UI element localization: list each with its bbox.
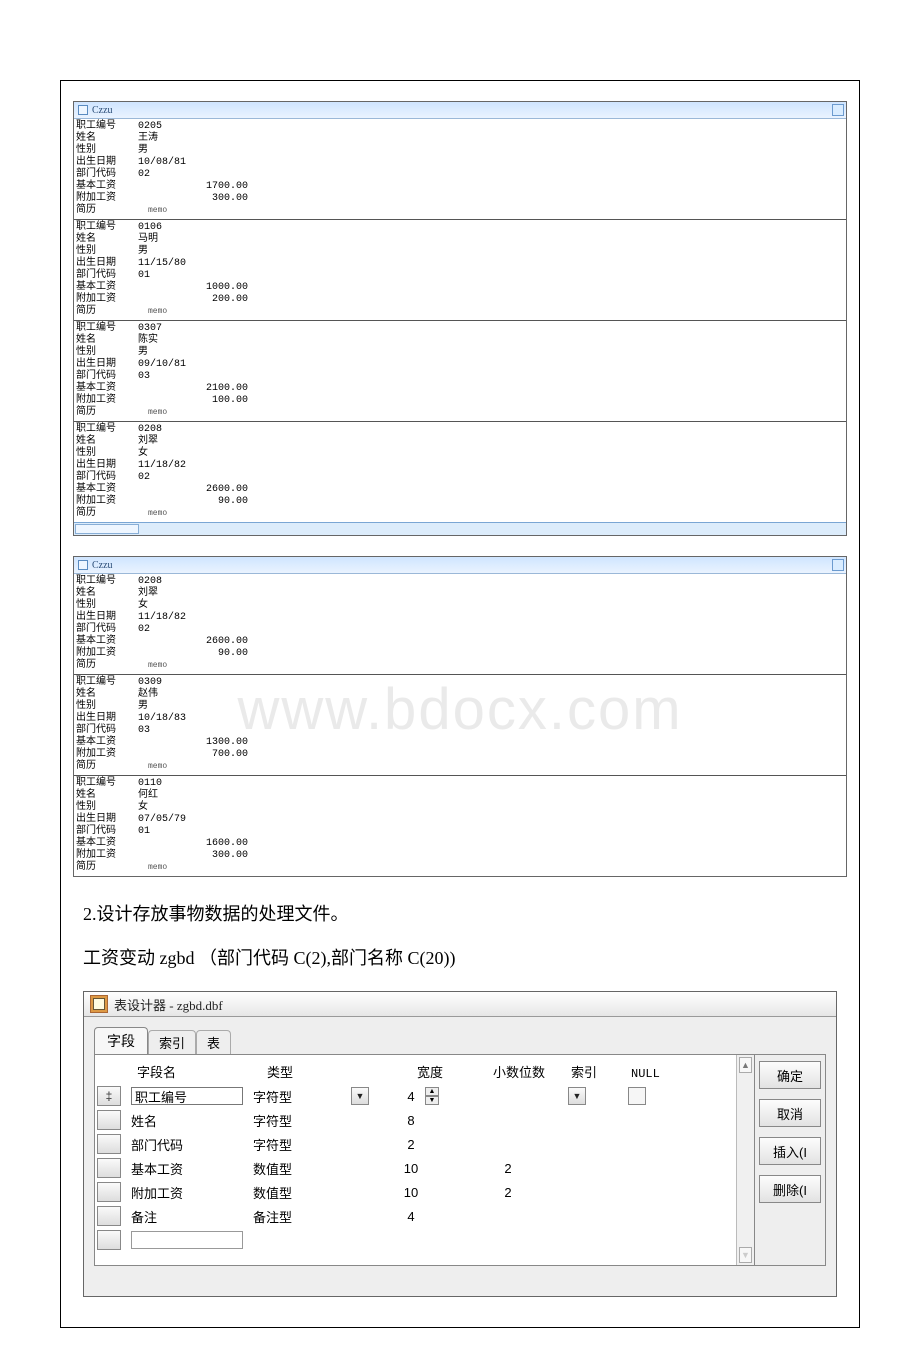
taskbar-item[interactable] (75, 524, 139, 534)
field-row: 附加工资数值型102 (95, 1180, 736, 1204)
paragraph-2: 工资变动 zgbd （部门代码 C(2),部门名称 C(20)) (83, 941, 837, 975)
employee-record: 职工编号0106姓名马明性别男出生日期11/15/80部门代码01基本工资100… (74, 220, 846, 321)
tab-table[interactable]: 表 (196, 1030, 231, 1054)
window-title: Czzu (92, 560, 113, 571)
data-window-2: Czzu 职工编号0208姓名刘翠性别女出生日期11/18/82部门代码02基本… (73, 556, 847, 877)
header-width: 宽度 (407, 1062, 493, 1081)
field-row: 部门代码字符型2 (95, 1132, 736, 1156)
row-handle[interactable] (97, 1158, 121, 1178)
header-fieldname: 字段名 (123, 1062, 267, 1081)
field-width-cell: 10 (393, 1161, 469, 1176)
designer-icon (90, 995, 108, 1013)
field-width-cell: 8 (393, 1113, 469, 1128)
field-row: 姓名字符型8 (95, 1108, 736, 1132)
field-name-cell: 备注 (123, 1207, 253, 1226)
paragraph-1: 2.设计存放事物数据的处理文件。 (83, 897, 837, 931)
field-decimals-cell: 2 (469, 1161, 547, 1176)
row-handle[interactable]: ‡ (97, 1086, 121, 1106)
window-titlebar: Czzu (74, 557, 846, 574)
employee-record: 职工编号0208姓名刘翠性别女出生日期11/18/82部门代码02基本工资260… (74, 574, 846, 675)
designer-title: 表设计器 - zgbd.dbf (114, 995, 223, 1014)
field-name-cell: 基本工资 (123, 1159, 253, 1178)
header-null: NULL (631, 1067, 691, 1081)
window-taskbar (74, 522, 846, 535)
designer-tabs: 字段 索引 表 (94, 1027, 826, 1054)
index-dropdown[interactable]: ▼ (568, 1087, 586, 1105)
row-handle[interactable] (97, 1110, 121, 1130)
field-name-input[interactable] (131, 1087, 243, 1105)
field-name-cell: 部门代码 (123, 1135, 253, 1154)
record-list: 职工编号0205姓名王涛性别男出生日期10/08/81部门代码02基本工资170… (74, 119, 846, 522)
field-type-cell: 字符型▼ (253, 1087, 393, 1106)
field-name-cell: 附加工资 (123, 1183, 253, 1202)
field-type-cell: 数值型 (253, 1183, 393, 1202)
field-width-cell: 4▲▼ (393, 1087, 469, 1105)
field-type-cell: 数值型 (253, 1159, 393, 1178)
designer-button-column: 确定 取消 插入(I 删除(I (754, 1055, 825, 1265)
blank-field-input[interactable] (131, 1231, 243, 1249)
blank-field-row (95, 1228, 736, 1252)
designer-titlebar: 表设计器 - zgbd.dbf (84, 992, 836, 1017)
ok-button[interactable]: 确定 (759, 1061, 821, 1089)
scroll-down-icon[interactable]: ▼ (739, 1247, 752, 1263)
tab-index[interactable]: 索引 (148, 1030, 196, 1054)
field-type-cell: 字符型 (253, 1135, 393, 1154)
employee-record: 职工编号0208姓名刘翠性别女出生日期11/18/82部门代码02基本工资260… (74, 422, 846, 522)
field-width-cell: 4 (393, 1209, 469, 1224)
row-handle[interactable] (97, 1182, 121, 1202)
employee-record: 职工编号0110姓名何红性别女出生日期07/05/79部门代码01基本工资160… (74, 776, 846, 876)
field-row: 基本工资数值型102 (95, 1156, 736, 1180)
employee-record: 职工编号0205姓名王涛性别男出生日期10/08/81部门代码02基本工资170… (74, 119, 846, 220)
field-decimals-cell: 2 (469, 1185, 547, 1200)
delete-button[interactable]: 删除(I (759, 1175, 821, 1203)
header-index: 索引 (571, 1062, 631, 1081)
scroll-up-icon[interactable]: ▲ (739, 1057, 752, 1073)
data-window-1: Czzu 职工编号0205姓名王涛性别男出生日期10/08/81部门代码02基本… (73, 101, 847, 536)
row-handle[interactable] (97, 1206, 121, 1226)
grid-header: 字段名 类型 宽度 小数位数 索引 NULL (95, 1055, 736, 1084)
table-designer-window: 表设计器 - zgbd.dbf 字段 索引 表 字段名 类型 宽度 (83, 991, 837, 1297)
employee-record: 职工编号0307姓名陈实性别男出生日期09/10/81部门代码03基本工资210… (74, 321, 846, 422)
field-type-cell: 字符型 (253, 1111, 393, 1130)
fields-grid: 字段名 类型 宽度 小数位数 索引 NULL ‡字符型▼4▲▼▼姓名字符型8部门… (94, 1054, 826, 1266)
tab-fields[interactable]: 字段 (94, 1027, 148, 1054)
record-list: 职工编号0208姓名刘翠性别女出生日期11/18/82部门代码02基本工资260… (74, 574, 846, 876)
width-spinner[interactable]: ▲▼ (425, 1087, 439, 1105)
window-button[interactable] (832, 104, 844, 116)
window-icon (78, 560, 88, 570)
field-name-cell: 姓名 (123, 1111, 253, 1130)
field-row: ‡ 字符型▼4▲▼ ▼ (95, 1084, 736, 1108)
row-handle[interactable] (97, 1230, 121, 1250)
field-width-cell: 2 (393, 1137, 469, 1152)
field-row: 备注备注型4 (95, 1204, 736, 1228)
field-type-cell: 备注型 (253, 1207, 393, 1226)
window-title: Czzu (92, 105, 113, 116)
header-decimals: 小数位数 (493, 1062, 571, 1081)
type-dropdown[interactable]: ▼ (351, 1087, 369, 1105)
header-type: 类型 (267, 1062, 407, 1081)
employee-record: 职工编号0309姓名赵伟性别男出生日期10/18/83部门代码03基本工资130… (74, 675, 846, 776)
window-icon (78, 105, 88, 115)
row-handle[interactable] (97, 1134, 121, 1154)
window-button[interactable] (832, 559, 844, 571)
window-titlebar: Czzu (74, 102, 846, 119)
insert-button[interactable]: 插入(I (759, 1137, 821, 1165)
cancel-button[interactable]: 取消 (759, 1099, 821, 1127)
grid-scrollbar[interactable]: ▲ ▼ (736, 1055, 754, 1265)
null-checkbox[interactable] (628, 1087, 646, 1105)
field-width-cell: 10 (393, 1185, 469, 1200)
